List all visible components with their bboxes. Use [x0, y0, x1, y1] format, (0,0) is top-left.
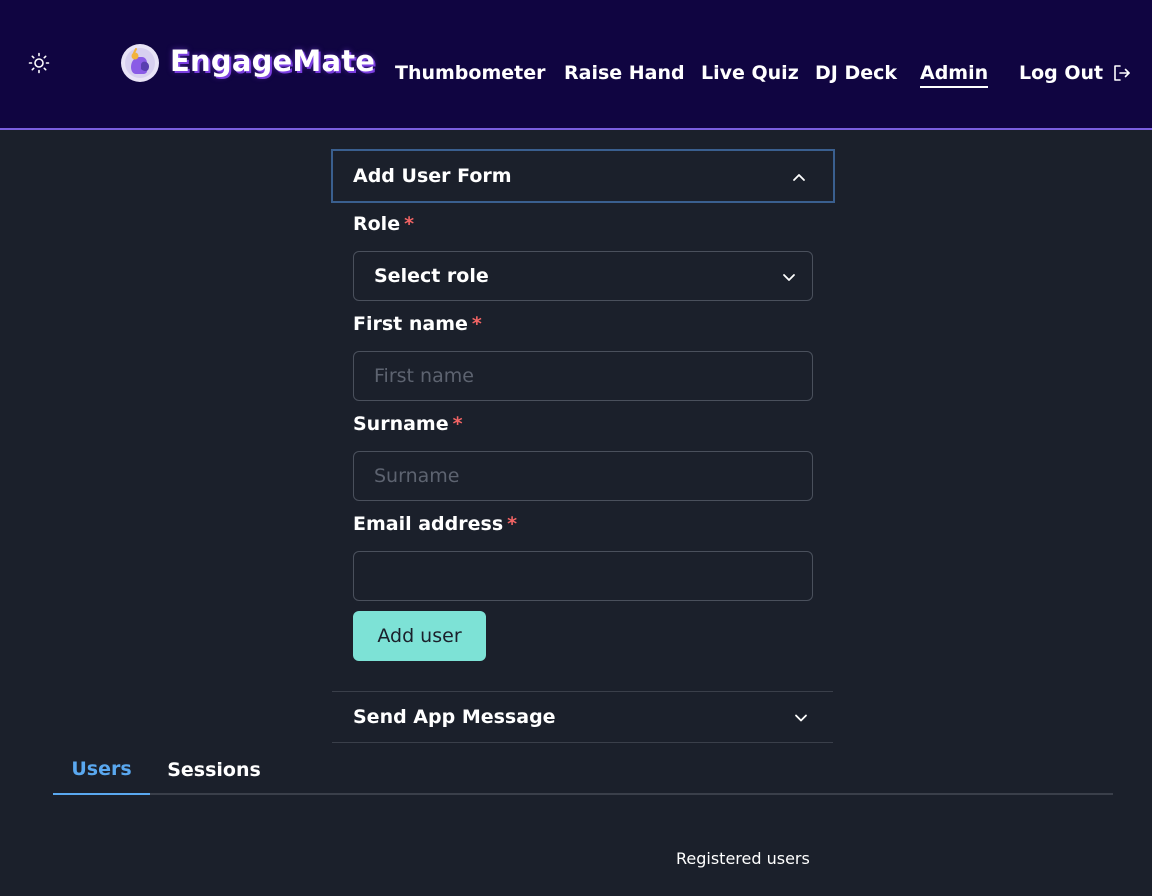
- add-user-button[interactable]: Add user: [353, 611, 486, 661]
- email-input[interactable]: [353, 551, 813, 601]
- send-app-message-title: Send App Message: [353, 706, 556, 728]
- engagemate-logo-icon: [121, 44, 159, 82]
- add-user-form-title: Add User Form: [353, 165, 512, 187]
- send-app-message-header[interactable]: Send App Message: [332, 691, 833, 743]
- registered-users-heading: Registered users: [676, 849, 810, 868]
- nav-thumbometer[interactable]: Thumbometer: [395, 60, 546, 86]
- logo[interactable]: [120, 43, 160, 83]
- chevron-down-icon: [795, 714, 807, 722]
- first-name-label: First name *: [353, 313, 482, 335]
- role-select-value: Select role: [374, 265, 489, 287]
- admin-tabs: Users Sessions: [53, 745, 1113, 795]
- add-user-form-header[interactable]: Add User Form: [331, 149, 835, 203]
- required-marker: *: [452, 413, 463, 435]
- nav-admin[interactable]: Admin: [920, 60, 989, 88]
- email-label: Email address *: [353, 513, 518, 535]
- required-marker: *: [404, 213, 415, 235]
- required-marker: *: [507, 513, 518, 535]
- tab-users[interactable]: Users: [53, 745, 150, 795]
- logout-icon[interactable]: [1112, 63, 1132, 83]
- first-name-input[interactable]: [353, 351, 813, 401]
- required-marker: *: [471, 313, 482, 335]
- surname-input[interactable]: [353, 451, 813, 501]
- top-navbar: EngageMate Thumbometer Raise Hand Live Q…: [0, 0, 1152, 130]
- nav-live-quiz[interactable]: Live Quiz: [701, 60, 799, 86]
- logout-link[interactable]: Log Out: [1019, 60, 1103, 86]
- role-select[interactable]: Select role: [353, 251, 813, 301]
- sun-icon[interactable]: [27, 51, 51, 75]
- chevron-down-icon: [783, 274, 795, 281]
- chevron-up-icon: [793, 174, 805, 181]
- role-label: Role *: [353, 213, 415, 235]
- nav-raise-hand[interactable]: Raise Hand: [564, 60, 685, 86]
- nav-dj-deck[interactable]: DJ Deck: [815, 60, 897, 86]
- surname-label: Surname *: [353, 413, 463, 435]
- tab-sessions[interactable]: Sessions: [157, 745, 271, 795]
- brand-name[interactable]: EngageMate: [170, 44, 375, 78]
